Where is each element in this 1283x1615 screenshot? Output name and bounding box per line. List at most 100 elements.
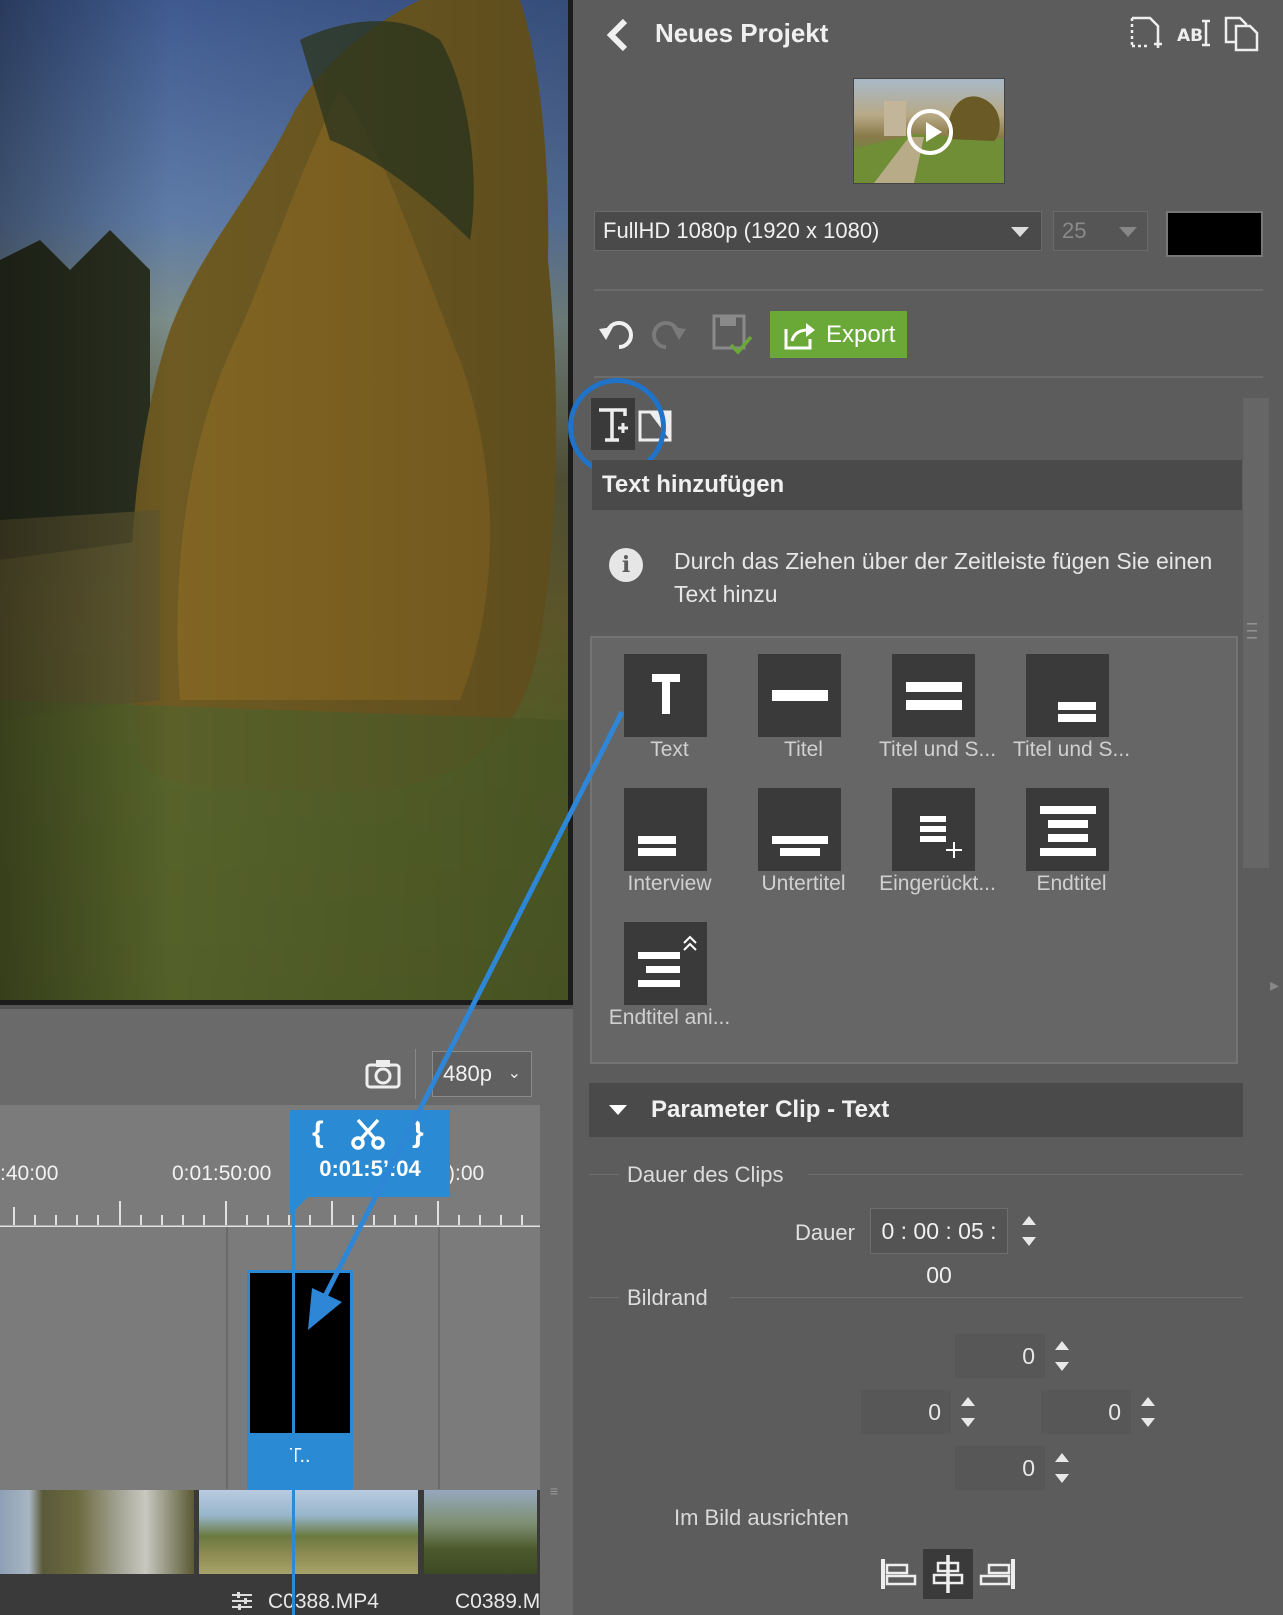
border-right-stepper[interactable] [1137,1389,1159,1435]
align-in-frame-label: Im Bild ausrichten [674,1505,849,1530]
divider [594,376,1263,378]
resolution-value: FullHD 1080p (1920 x 1080) [603,218,880,243]
toolbar-divider [415,1049,416,1099]
clip-name: C0389.M [455,1590,541,1613]
border-bottom-stepper[interactable] [1051,1445,1073,1491]
snapshot-camera-icon[interactable] [365,1057,401,1089]
template-credits-icon [1026,788,1109,871]
template-title-subtitle[interactable]: Titel und S... [870,646,1005,771]
fps-value: 25 [1062,218,1087,243]
template-text[interactable]: Text [602,646,737,771]
group-line [730,1297,1243,1298]
border-top-input[interactable]: 0 [955,1334,1045,1378]
ruler-time-label: ):00 [448,1162,485,1185]
splitter-grip-icon[interactable]: ≡ [550,1483,566,1499]
chevron-down-icon: ⌄ [507,1065,521,1082]
align-center-icon[interactable] [923,1549,973,1599]
project-thumbnail[interactable] [854,79,1004,183]
info-text: Durch das Ziehen über der Zeitleiste füg… [674,548,1213,607]
video-clip[interactable] [424,1490,540,1574]
template-text-icon [624,654,707,737]
mark-out-icon[interactable]: } [412,1116,424,1150]
clip-parameters-title: Parameter Clip - Text [651,1096,890,1123]
group-line [589,1297,619,1298]
play-icon[interactable] [907,109,953,155]
tab-add-text[interactable] [591,398,635,450]
template-title-icon [758,654,841,737]
video-clip[interactable] [199,1490,421,1574]
duration-stepper[interactable] [1018,1208,1040,1254]
template-indented[interactable]: Eingerückt... [870,780,1005,905]
new-page-icon[interactable] [1126,14,1164,52]
template-title-subtitle-right-icon [1026,654,1109,737]
save-icon[interactable] [711,313,753,355]
text-clip-label: T.. [289,1445,311,1467]
template-label: Endtitel ani... [608,1006,731,1029]
quality-value: 480p [443,1061,492,1086]
tab-overlay[interactable] [637,398,681,450]
clip-name: C0388.MP4 [268,1590,379,1613]
align-left-icon[interactable] [875,1549,925,1599]
clip-duration-group-label: Dauer des Clips [627,1162,784,1187]
properties-panel: Neues Projekt AB FullHD 1080p (1920 x 10… [568,0,1283,1615]
border-left-input[interactable]: 0 [861,1390,951,1434]
track-gridline [438,1227,440,1489]
preview-image [0,0,568,1000]
svg-text:AB: AB [1177,26,1203,46]
video-track[interactable]: C0388.MP4 C0389.M [0,1490,540,1615]
copy-icon[interactable] [1223,14,1261,52]
collapse-triangle-icon [609,1105,627,1115]
panel-edge-arrow-icon[interactable]: ▸ [1270,975,1279,996]
template-label: Interview [627,872,712,895]
template-credits[interactable]: Endtitel [1004,780,1139,905]
playhead-time: 0:01:5’:04 [319,1156,421,1181]
preview-quality-select[interactable]: 480p ⌄ [432,1051,532,1097]
border-group-label: Bildrand [627,1285,708,1310]
duration-input[interactable]: 0 : 00 : 05 : 00 [870,1208,1008,1288]
info-icon: i [609,548,643,582]
duration-label: Dauer [795,1220,855,1245]
time-ruler[interactable]: :40:00 0:01:50:00 ):00 [0,1105,540,1229]
mark-in-icon[interactable]: { [312,1116,324,1150]
template-animated-credits[interactable]: Endtitel ani... [602,914,737,1039]
video-clip[interactable] [0,1490,197,1574]
fps-select[interactable]: 25 [1053,211,1148,251]
template-title-subtitle-right[interactable]: Titel und S... [1004,646,1139,771]
resolution-select[interactable]: FullHD 1080p (1920 x 1080) [594,211,1042,251]
scroll-grip-icon[interactable]: ─ ─ ─ [1247,616,1257,644]
playhead-line[interactable] [292,1197,295,1615]
border-top-stepper[interactable] [1051,1333,1073,1379]
divider [594,289,1263,291]
template-title[interactable]: Titel [736,646,871,771]
text-template-grid: Text Titel Titel und S... Titel und S...… [590,636,1238,1064]
border-bottom-input[interactable]: 0 [955,1446,1045,1490]
template-interview-icon [624,788,707,871]
redo-icon[interactable] [646,313,688,355]
split-scissors-icon[interactable] [350,1118,386,1158]
clip-parameters-header[interactable]: Parameter Clip - Text [589,1083,1243,1137]
text-clip[interactable]: T.. [247,1270,353,1490]
template-indented-icon [892,788,975,871]
border-left-stepper[interactable] [957,1389,979,1435]
text-plus-icon [599,408,628,442]
template-label: Titel [784,738,823,761]
undo-icon[interactable] [597,313,639,355]
timeline[interactable]: 480p ⌄ :40:00 0:01:50:00 ):00 T.. C0388.… [0,1005,573,1615]
playhead[interactable]: { } 0:01:5’:04 [290,1110,450,1197]
template-interview[interactable]: Interview [602,780,737,905]
export-icon [782,320,816,367]
template-label: Untertitel [761,872,846,895]
ruler-time-label: :40:00 [0,1162,59,1185]
timeline-scrollbar[interactable] [540,1105,573,1615]
border-right-input[interactable]: 0 [1041,1390,1131,1434]
ruler-time-label: 0:01:50:00 [172,1162,272,1185]
clip-settings-icon[interactable] [232,1592,252,1610]
add-text-section-title: Text hinzufügen [592,460,1242,510]
back-chevron-icon[interactable] [605,18,631,61]
text-clip-thumbnail [250,1273,350,1433]
background-color-picker[interactable] [1166,211,1263,257]
export-button[interactable]: Export [770,311,907,358]
template-subtitle[interactable]: Untertitel [736,780,871,905]
rename-icon[interactable]: AB [1175,14,1213,52]
align-right-icon[interactable] [971,1549,1021,1599]
